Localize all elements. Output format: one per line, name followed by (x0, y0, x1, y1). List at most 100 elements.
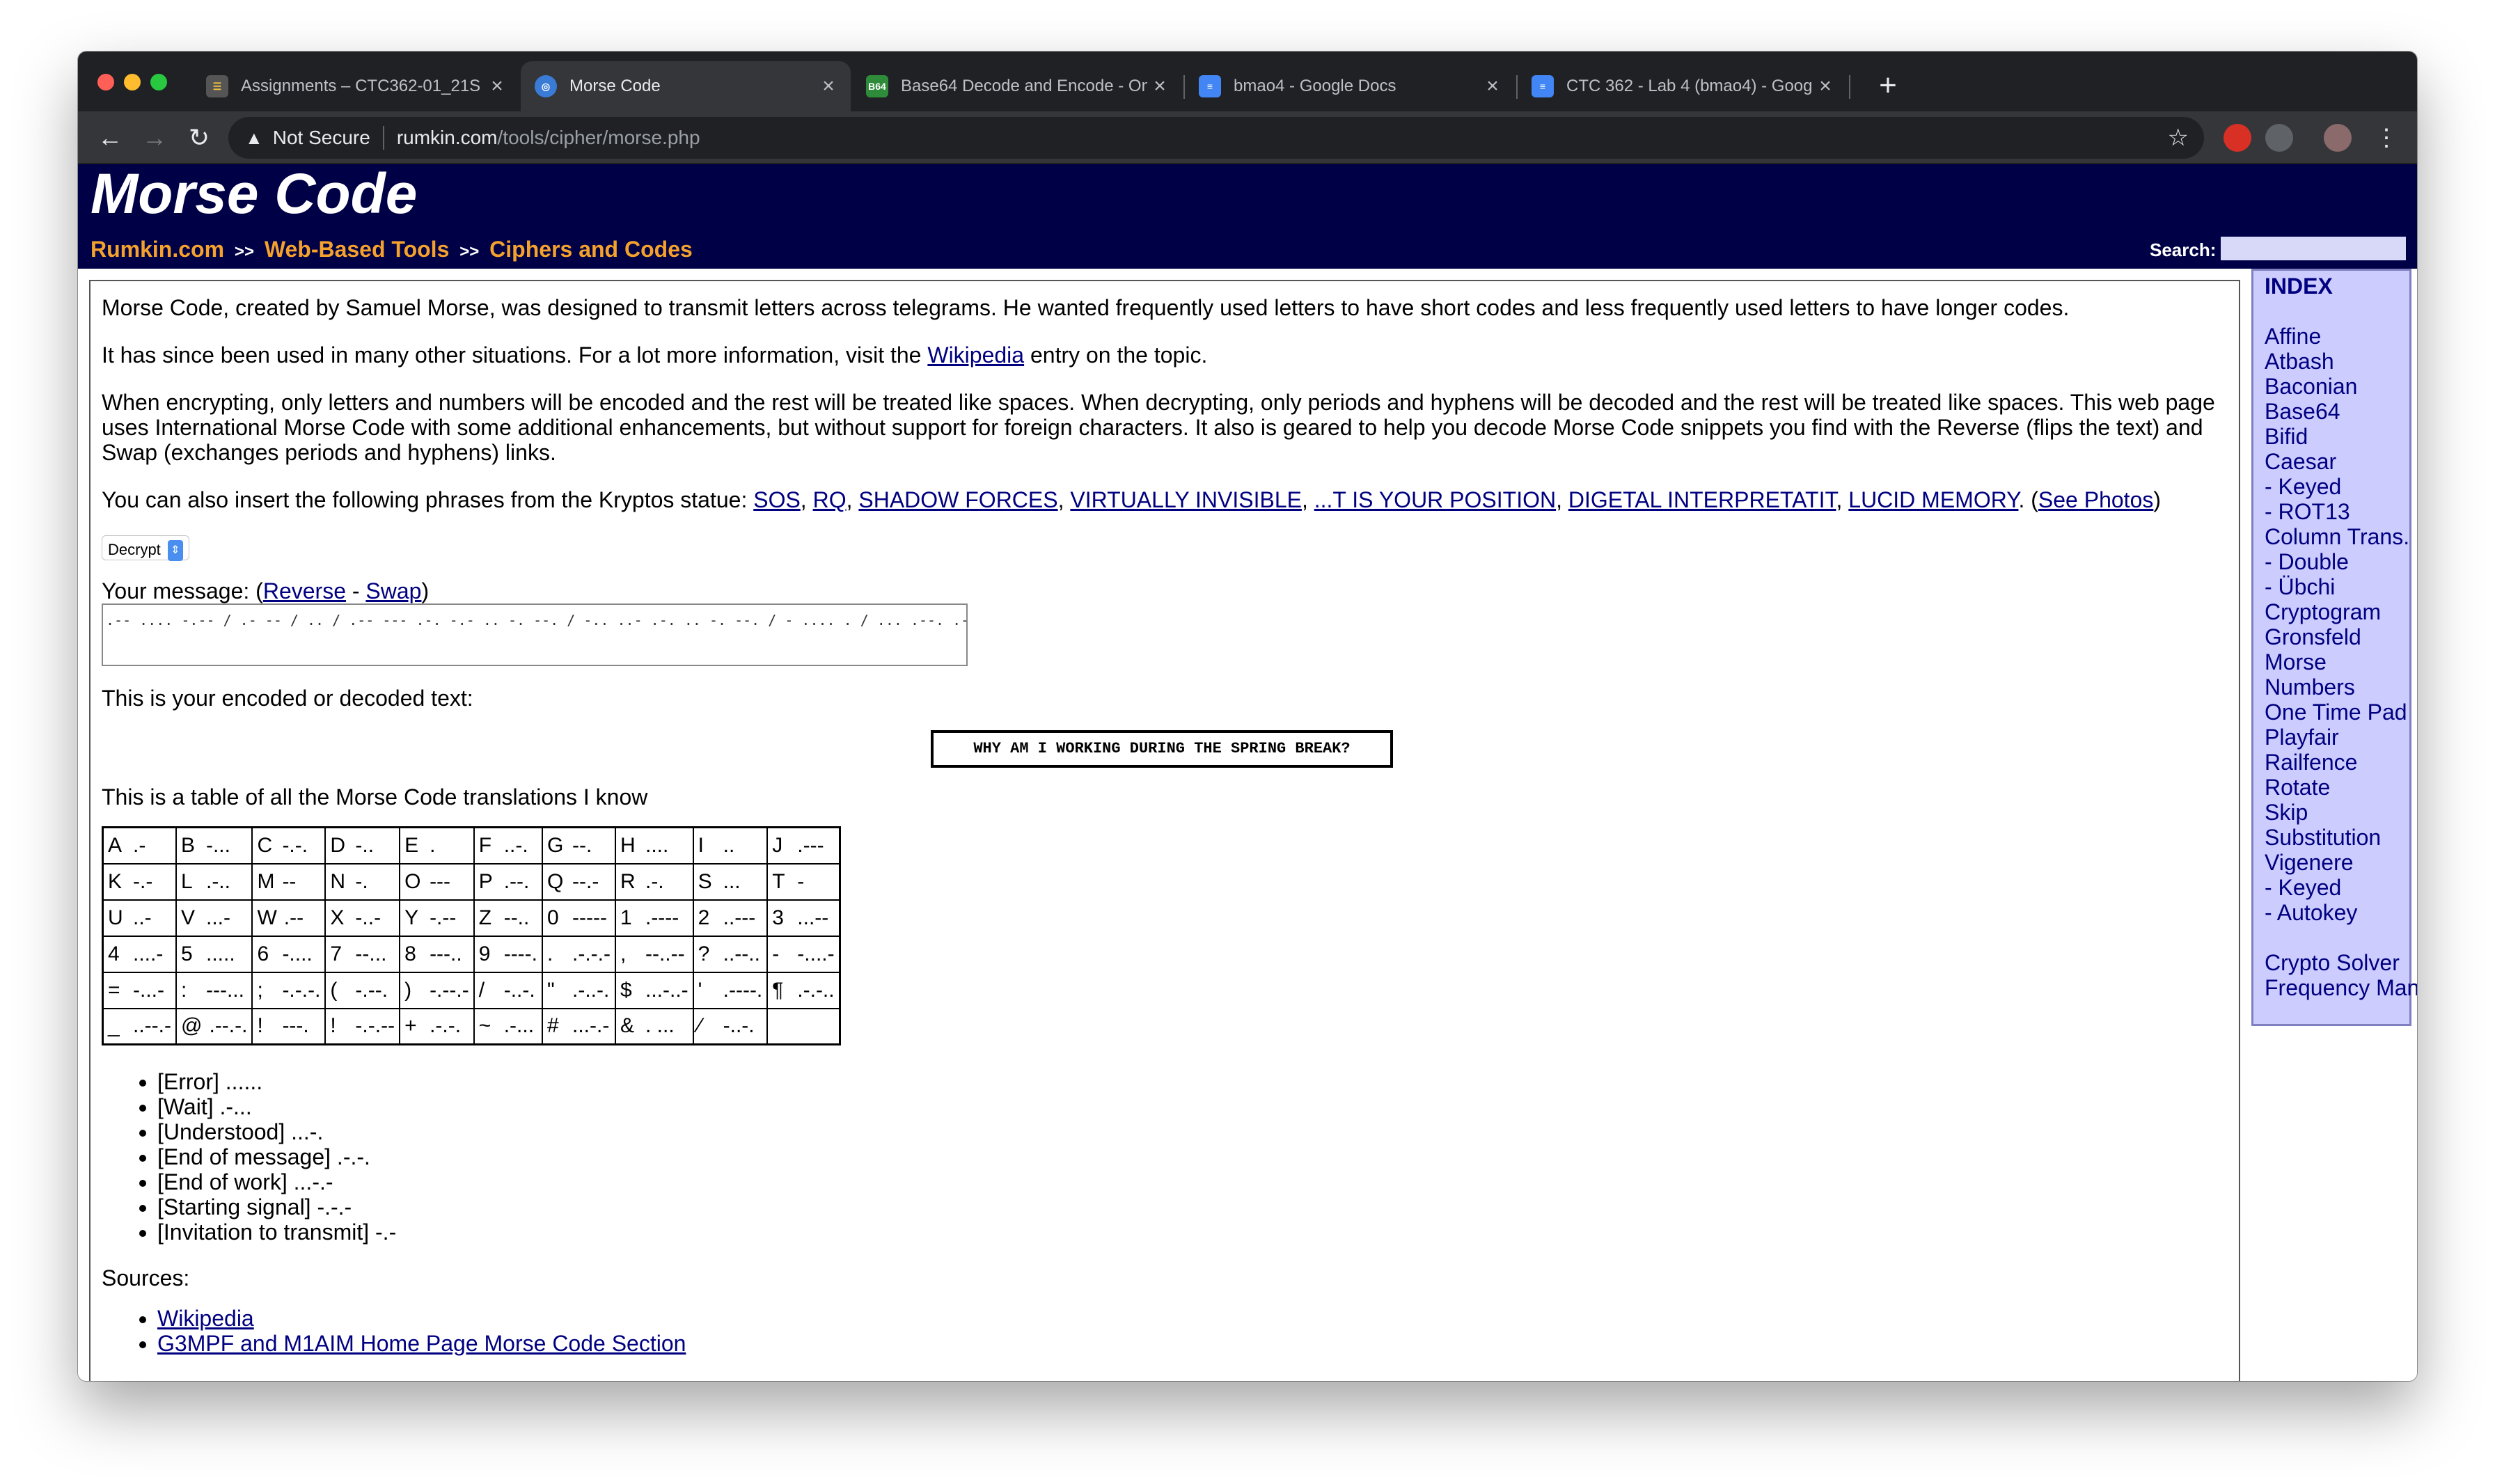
kryptos-link-shadow-forces[interactable]: SHADOW FORCES (858, 487, 1057, 512)
text: entry on the topic. (1024, 342, 1208, 368)
sidebar-item[interactable]: Numbers (2265, 674, 2398, 700)
morse-code: ---... (205, 978, 244, 1002)
sidebar-item[interactable]: Substitution (2265, 825, 2398, 850)
tab-ctc362-lab4[interactable]: ≡ CTC 362 - Lab 4 (bmao4) - Google Docs … (1518, 61, 1848, 111)
morse-cell: ; -.-.-. (251, 971, 326, 1009)
tab-google-docs-bmao4[interactable]: ≡ bmao4 - Google Docs × (1185, 61, 1515, 111)
kryptos-link-sos[interactable]: SOS (753, 487, 801, 512)
sidebar-item[interactable]: Cryptogram (2265, 599, 2398, 624)
sidebar-item[interactable]: - Übchi (2265, 574, 2398, 599)
kryptos-link-rq[interactable]: RQ (813, 487, 847, 512)
extension-bulb-icon[interactable] (2265, 124, 2293, 152)
sidebar-item[interactable]: - Keyed (2265, 875, 2398, 900)
sidebar-item[interactable]: Bifid (2265, 424, 2398, 449)
morse-code: .. (723, 833, 735, 857)
morse-cell: V ...- (175, 899, 253, 937)
zoom-window-button[interactable] (150, 74, 167, 90)
kryptos-link-virtually-invisible[interactable]: VIRTUALLY INVISIBLE (1070, 487, 1302, 512)
kryptos-link-position[interactable]: ...T IS YOUR POSITION (1314, 487, 1556, 512)
sidebar-item[interactable]: One Time Pad (2265, 700, 2407, 725)
breadcrumb-web-tools[interactable]: Web-Based Tools (265, 237, 450, 262)
sidebar-item[interactable]: Rotate (2265, 775, 2398, 800)
morse-char: F (478, 833, 492, 857)
swap-link[interactable]: Swap (365, 578, 421, 603)
breadcrumb-ciphers[interactable]: Ciphers and Codes (489, 237, 693, 262)
new-tab-button[interactable]: + (1868, 67, 1907, 106)
sidebar-item[interactable]: Caesar (2265, 449, 2398, 474)
sidebar-item[interactable]: Column Trans. (2265, 524, 2409, 549)
morse-code: --.. (503, 906, 530, 929)
morse-code: -.-.-. (282, 978, 321, 1002)
extension-shield-icon[interactable] (2224, 124, 2251, 152)
sidebar-item[interactable]: Gronsfeld (2265, 624, 2398, 649)
sidebar-item[interactable]: Base64 (2265, 399, 2398, 424)
sidebar-item-frequency-manipulator[interactable]: Frequency Manipulator (2265, 975, 2417, 1000)
close-icon[interactable]: × (1147, 74, 1172, 98)
table-row: 4 ....- 5..... 6 -.... 7 --... 8 ---.. 9 ----.. .-.… (102, 935, 841, 973)
sidebar-item[interactable]: Affine (2265, 324, 2398, 349)
tab-title: Base64 Decode and Encode - Online (901, 77, 1147, 95)
text: ) (421, 578, 430, 603)
back-icon[interactable]: ← (92, 120, 128, 156)
morse-code: ..-. (503, 833, 528, 857)
tab-morse-code[interactable]: ◎ Morse Code × (521, 61, 851, 111)
morse-code: ..- (133, 906, 152, 929)
sidebar-item[interactable]: Morse (2265, 649, 2398, 674)
list-item: Wikipedia (157, 1306, 2228, 1331)
morse-code: ..--.- (133, 1014, 171, 1038)
source-link-wikipedia[interactable]: Wikipedia (157, 1306, 254, 1331)
sidebar-item[interactable]: Baconian (2265, 374, 2398, 399)
sidebar-item[interactable]: - Autokey (2265, 900, 2398, 925)
morse-cell: K -.- (102, 862, 177, 901)
morse-code: ----. (503, 942, 537, 965)
menu-kebab-icon[interactable]: ⋮ (2368, 120, 2405, 156)
bookmark-star-icon[interactable]: ☆ (2168, 124, 2189, 152)
mode-select[interactable]: Decrypt ⇕ (102, 535, 189, 562)
close-icon[interactable]: × (816, 74, 841, 98)
close-icon[interactable]: × (485, 74, 510, 98)
sidebar-item[interactable]: - Keyed (2265, 474, 2398, 499)
morse-code: .-..-. (572, 978, 610, 1002)
sidebar-item[interactable]: Skip (2265, 800, 2398, 825)
kryptos-link-digetal[interactable]: DIGETAL INTERPRETATIT (1568, 487, 1836, 512)
tab-base64[interactable]: B64 Base64 Decode and Encode - Online × (852, 61, 1182, 111)
sidebar-item[interactable]: Atbash (2265, 349, 2398, 374)
address-bar[interactable]: ▲ Not Secure rumkin.com/tools/cipher/mor… (228, 117, 2204, 159)
see-photos-link[interactable]: See Photos (2038, 487, 2153, 512)
list-item: G3MPF and M1AIM Home Page Morse Code Sec… (157, 1331, 2228, 1356)
profile-avatar[interactable] (2324, 124, 2352, 152)
close-window-button[interactable] (97, 74, 114, 90)
wikipedia-paragraph: It has since been used in many other sit… (102, 342, 2228, 368)
breadcrumb-rumkin[interactable]: Rumkin.com (90, 237, 224, 262)
sidebar-item[interactable]: - ROT13 (2265, 499, 2398, 524)
message-textarea[interactable]: .-- .... -.-- / .- -- / .. / .-- --- .-.… (102, 603, 968, 666)
source-link-g3mpf[interactable]: G3MPF and M1AIM Home Page Morse Code Sec… (157, 1331, 686, 1356)
morse-char: P (478, 869, 493, 893)
sidebar-item[interactable]: Railfence (2265, 750, 2398, 775)
morse-cell: / -..-. (473, 971, 544, 1009)
sidebar-item[interactable]: - Double (2265, 549, 2398, 574)
forward-icon[interactable]: → (136, 120, 173, 156)
search-input[interactable] (2221, 237, 2406, 260)
close-icon[interactable]: × (1813, 74, 1838, 98)
tab-assignments[interactable]: ☰ Assignments – CTC362-01_21S × (192, 61, 519, 111)
morse-code: ... (723, 869, 741, 893)
morse-char: ~ (478, 1014, 491, 1038)
reload-icon[interactable]: ↻ (181, 120, 217, 156)
morse-code: . ... (645, 1014, 675, 1038)
morse-code: ---. (282, 1014, 309, 1038)
sidebar-item-crypto-solver[interactable]: Crypto Solver (2265, 950, 2400, 975)
minimize-window-button[interactable] (124, 74, 141, 90)
kryptos-link-lucid-memory[interactable]: LUCID MEMORY (1848, 487, 2018, 512)
morse-code: -... (205, 833, 230, 857)
morse-char: E (404, 833, 419, 857)
morse-cell: W .-- (251, 899, 326, 937)
morse-code: ..--- (723, 906, 756, 929)
sidebar-item[interactable]: Playfair (2265, 725, 2398, 750)
morse-cell: ' .----. (692, 971, 769, 1009)
wikipedia-link[interactable]: Wikipedia (927, 342, 1024, 368)
reverse-link[interactable]: Reverse (263, 578, 346, 603)
sidebar-item[interactable]: Vigenere (2265, 850, 2398, 875)
close-icon[interactable]: × (1480, 74, 1505, 98)
security-label[interactable]: Not Secure (273, 127, 370, 149)
